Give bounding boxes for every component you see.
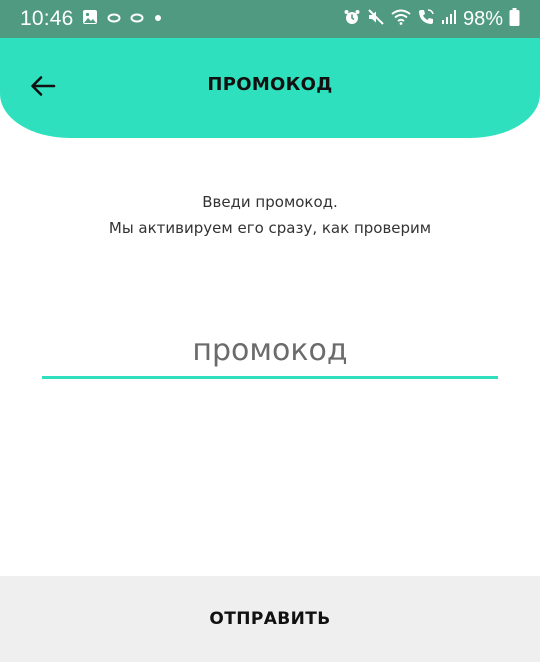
mute-icon (367, 8, 385, 31)
alarm-icon (343, 8, 361, 31)
status-bar: 10:46 98% (0, 0, 540, 38)
status-time: 10:46 (20, 7, 74, 30)
signal-icon (441, 9, 457, 30)
ring-icon (107, 10, 121, 28)
battery-percent: 98% (462, 7, 503, 30)
wifi-icon (391, 9, 411, 30)
status-system-icons: 98% (343, 7, 520, 31)
dot-icon (153, 10, 163, 28)
app-header: ПРОМОКОД (0, 38, 540, 138)
gallery-icon (82, 9, 98, 30)
instructions-line-1: Введи промокод. (202, 193, 338, 211)
wifi-calling-icon (417, 8, 435, 31)
ring-icon (130, 10, 144, 28)
promo-code-input[interactable] (42, 324, 498, 379)
submit-button-label: ОТПРАВИТЬ (209, 609, 331, 629)
instructions-line-2: Мы активируем его сразу, как проверим (108, 219, 432, 237)
battery-icon (509, 7, 520, 31)
status-notification-icons (82, 9, 163, 30)
page-title: ПРОМОКОД (207, 74, 333, 95)
instructions-text: Введи промокод. Мы активируем его сразу,… (0, 189, 540, 241)
submit-button[interactable]: ОТПРАВИТЬ (0, 576, 540, 662)
